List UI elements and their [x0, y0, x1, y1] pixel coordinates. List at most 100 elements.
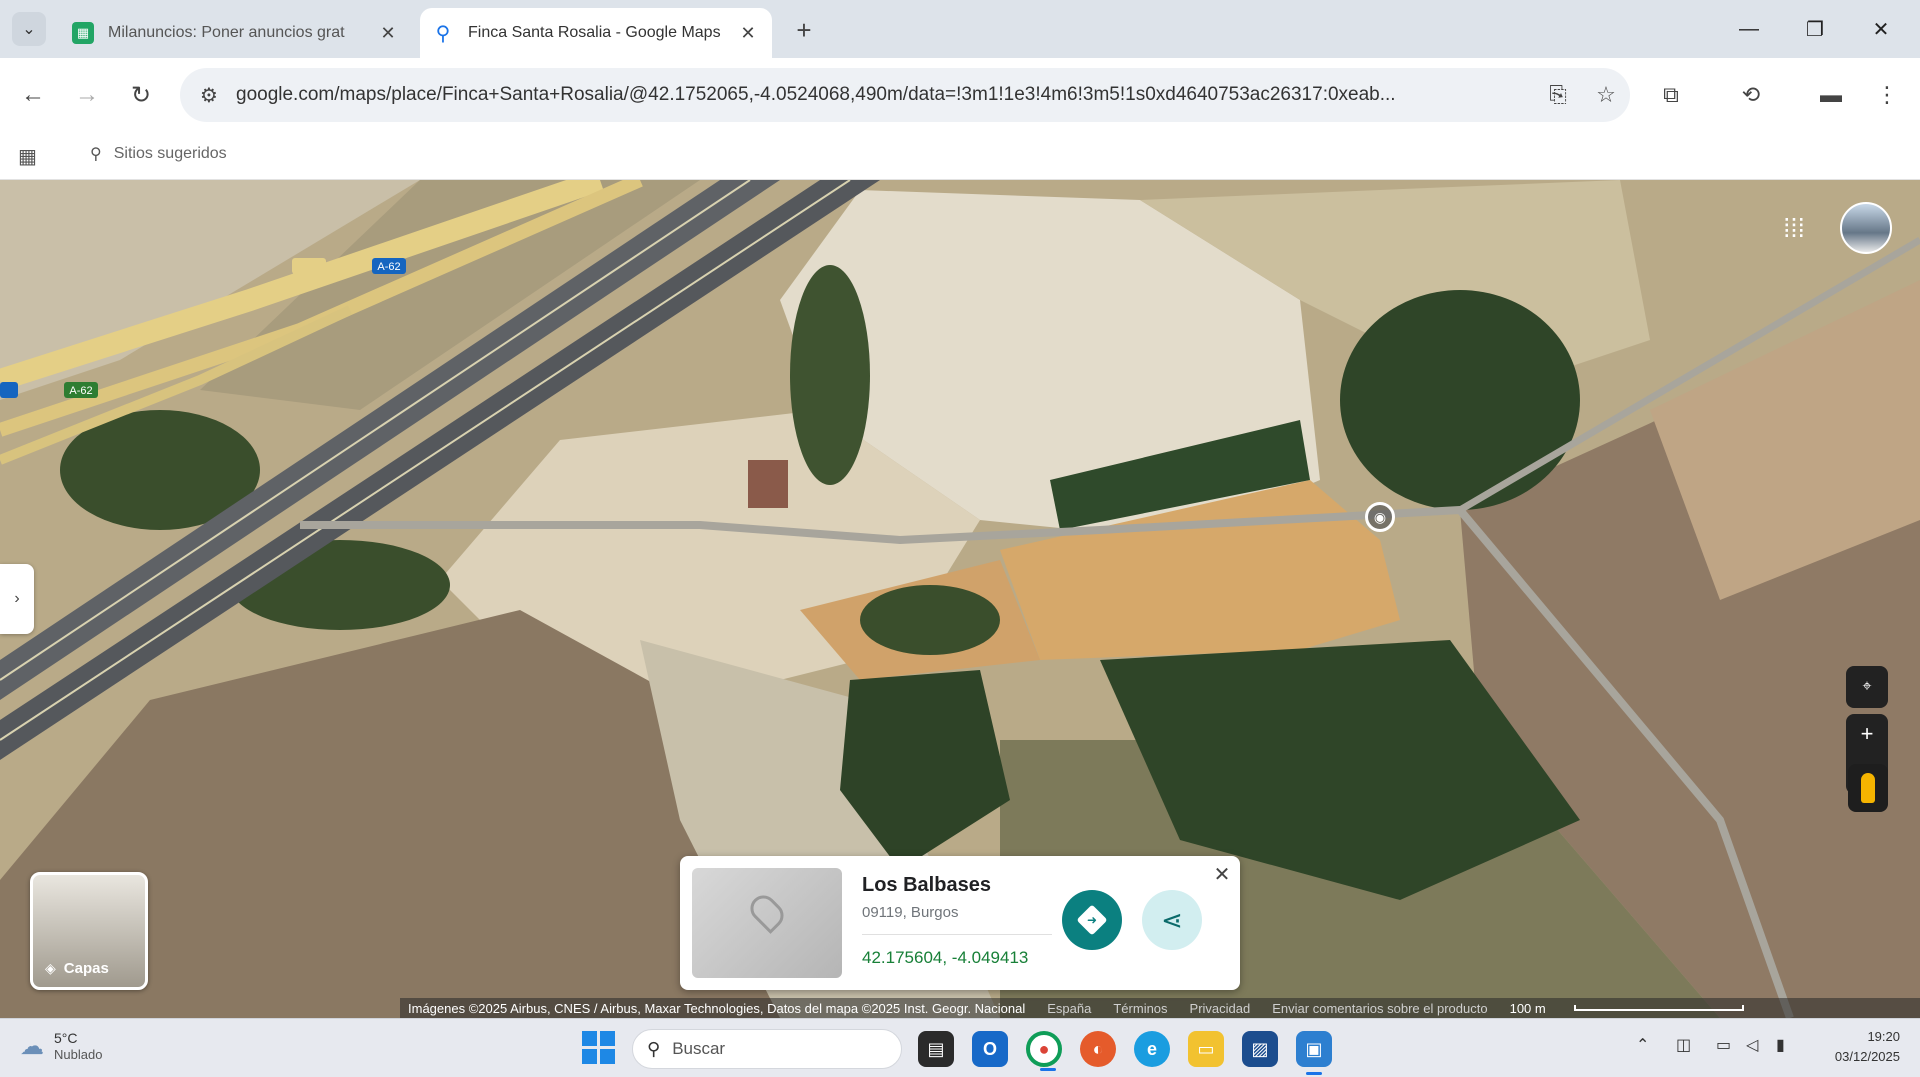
edge-app[interactable]: e: [1134, 1031, 1170, 1067]
reload-icon: ↻: [130, 81, 152, 109]
clock-time: 19:20: [1867, 1029, 1900, 1044]
install-app-icon[interactable]: ⎘: [1534, 82, 1582, 108]
search-icon: ⚲: [647, 1038, 661, 1059]
directions-icon: ➜: [1076, 904, 1108, 936]
arrow-left-icon: ←: [21, 81, 45, 108]
plus-icon: +: [796, 14, 812, 45]
reload-button[interactable]: ↻: [120, 74, 162, 116]
side-panel-toggle[interactable]: ›: [0, 564, 34, 634]
sheets-icon: ▦: [72, 22, 94, 44]
outlook-app[interactable]: O: [972, 1031, 1008, 1067]
pegman-icon: [1861, 773, 1875, 803]
close-window-button[interactable]: ✕: [1852, 10, 1910, 48]
new-tab-button[interactable]: +: [788, 14, 820, 46]
display-icon[interactable]: ▭: [1716, 1035, 1731, 1055]
map-attribution: Imágenes ©2025 Airbus, CNES / Airbus, Ma…: [400, 998, 1920, 1018]
forward-button[interactable]: →: [66, 74, 108, 116]
remote-app[interactable]: ▣: [1296, 1031, 1332, 1075]
edge-icon: e: [1146, 1038, 1157, 1059]
avatar[interactable]: [1840, 202, 1892, 254]
back-button[interactable]: ←: [12, 74, 54, 116]
outlook-icon: O: [982, 1038, 997, 1059]
scale-label[interactable]: 100 m: [1510, 1001, 1546, 1016]
weather-temp: 5°C: [54, 1030, 78, 1046]
place-pin-icon[interactable]: ◉: [1365, 502, 1395, 532]
task-view-button[interactable]: ▤: [918, 1031, 954, 1067]
url-text[interactable]: google.com/maps/place/Finca+Santa+Rosali…: [236, 84, 1534, 106]
star-icon[interactable]: ☆: [1582, 82, 1630, 108]
close-icon: ✕: [1213, 863, 1231, 886]
link-feedback[interactable]: Enviar comentarios sobre el producto: [1272, 1001, 1487, 1016]
folder-icon: ▭: [1197, 1038, 1215, 1059]
restore-icon: ❐: [1806, 18, 1824, 41]
photo-app[interactable]: ▨: [1242, 1031, 1278, 1067]
forest: [1340, 290, 1580, 510]
place-thumbnail[interactable]: [692, 868, 842, 978]
road-shield: [0, 382, 18, 398]
tab-google-maps[interactable]: ⚲ Finca Santa Rosalia - Google Maps ✕: [420, 8, 772, 58]
extensions-button[interactable]: ⧉: [1650, 74, 1692, 116]
tray-overflow-icon[interactable]: ⌃: [1636, 1035, 1649, 1055]
chrome-app[interactable]: ●: [1026, 1031, 1062, 1071]
share-button[interactable]: ⋖: [1142, 890, 1202, 950]
bookmarks-bar: ▦ ⚲ Sitios sugeridos: [0, 132, 1920, 180]
link-terms[interactable]: Términos: [1113, 1001, 1167, 1016]
street-view-pegman[interactable]: [1848, 764, 1888, 812]
link-privacy[interactable]: Privacidad: [1190, 1001, 1251, 1016]
profile-icon: ▬: [1820, 82, 1842, 107]
file-explorer-app[interactable]: ▭: [1188, 1031, 1224, 1067]
road-label: A-62: [69, 385, 92, 397]
minimize-button[interactable]: —: [1720, 10, 1778, 48]
taskbar-search[interactable]: ⚲ Buscar: [632, 1029, 902, 1069]
road-shield: [292, 258, 326, 274]
layers-button[interactable]: ◈ Capas: [30, 872, 148, 990]
battery-icon[interactable]: ▮: [1776, 1035, 1785, 1055]
picture-icon: ▨: [1251, 1038, 1269, 1059]
apps-grid-icon[interactable]: ▦: [18, 144, 37, 169]
search-placeholder: Buscar: [672, 1039, 726, 1058]
imagery-credit: Imágenes ©2025 Airbus, CNES / Airbus, Ma…: [408, 1000, 1026, 1016]
close-icon[interactable]: ✕: [376, 23, 400, 44]
my-location-button[interactable]: ⌖: [1846, 666, 1888, 708]
zoom-in-button[interactable]: +: [1861, 714, 1874, 754]
address-bar[interactable]: ⚙ google.com/maps/place/Finca+Santa+Rosa…: [180, 68, 1630, 122]
profile-button[interactable]: ▬: [1810, 74, 1852, 116]
close-card-button[interactable]: ✕: [1210, 862, 1234, 886]
road-label: A-62: [377, 261, 400, 273]
network-icon[interactable]: ◫: [1676, 1035, 1691, 1055]
link-country[interactable]: España: [1047, 1001, 1091, 1016]
chevron-right-icon: ›: [14, 590, 20, 607]
site-settings-icon[interactable]: ⚙: [200, 83, 236, 108]
place-card[interactable]: Los Balbases 09119, Burgos 42.175604, -4…: [680, 856, 1240, 990]
place-name[interactable]: Los Balbases: [862, 874, 991, 897]
bookmark-suggested-sites[interactable]: ⚲ Sitios sugeridos: [90, 144, 227, 164]
menu-button[interactable]: ⋮: [1866, 74, 1908, 116]
tab-search-dropdown[interactable]: ⌄: [12, 12, 46, 46]
firefox-icon: ◐: [1092, 1038, 1104, 1059]
place-coordinates[interactable]: 42.175604, -4.049413: [862, 948, 1028, 968]
history-button[interactable]: ⟲: [1730, 74, 1772, 116]
system-clock[interactable]: 19:20 03/12/2025: [1800, 1027, 1900, 1067]
directions-button[interactable]: ➜: [1062, 890, 1122, 950]
volume-icon[interactable]: ◁: [1746, 1035, 1758, 1055]
weather-widget[interactable]: ☁ 5°C Nublado: [20, 1029, 102, 1063]
more-vert-icon: ⋮: [1876, 82, 1898, 107]
map-pin-icon: [745, 890, 789, 934]
forest: [860, 585, 1000, 655]
tab-milanuncios[interactable]: ▦ Milanuncios: Poner anuncios grat ✕: [60, 8, 412, 58]
windows-logo-icon: [582, 1031, 597, 1046]
firefox-app[interactable]: ◐: [1080, 1031, 1116, 1067]
google-apps-button[interactable]: ⁞⁞⁞: [1776, 210, 1812, 246]
start-button[interactable]: [582, 1031, 616, 1065]
crosshair-icon: ⌖: [1862, 678, 1872, 695]
tab-title: Milanuncios: Poner anuncios grat: [108, 24, 345, 41]
map-canvas[interactable]: A-62 A-62 › ⁞⁞⁞ ◉ ◈ Capas ⌖ + − Los Balb…: [0, 180, 1920, 1018]
weather-condition: Nublado: [54, 1047, 103, 1062]
layers-text: Capas: [63, 960, 109, 977]
clock-date: 03/12/2025: [1834, 1049, 1900, 1064]
forest: [790, 265, 870, 485]
chevron-down-icon: ⌄: [22, 21, 36, 38]
windows-logo-tile: [600, 1049, 615, 1064]
close-icon[interactable]: ✕: [736, 23, 760, 44]
restore-button[interactable]: ❐: [1786, 10, 1844, 48]
